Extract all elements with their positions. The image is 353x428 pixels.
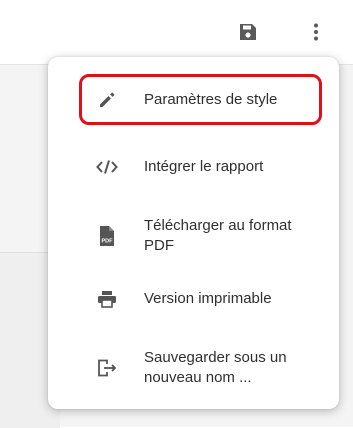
- menu-item-save-as[interactable]: Sauvegarder sous un nouveau nom ...: [48, 339, 339, 397]
- menu-item-label: Intégrer le rapport: [144, 158, 264, 175]
- menu-item-label: Version imprimable: [144, 290, 272, 307]
- save-button[interactable]: [233, 17, 263, 47]
- pencil-icon: [94, 91, 120, 109]
- menu-item-download-pdf[interactable]: PDF Télécharger au format PDF: [48, 207, 339, 265]
- code-brackets-icon: [94, 158, 120, 176]
- file-export-icon: [94, 358, 120, 378]
- svg-text:PDF: PDF: [102, 239, 114, 245]
- printer-icon: [94, 290, 120, 308]
- menu-item-label: Paramètres de style: [144, 91, 278, 108]
- vertical-ellipsis-icon: [314, 23, 318, 41]
- menu-item-label: Sauvegarder sous un nouveau nom ...: [144, 349, 287, 386]
- menu-item-label: Télécharger au format PDF: [144, 217, 292, 254]
- pdf-file-icon: PDF: [94, 225, 120, 247]
- menu-item-embed-report[interactable]: Intégrer le rapport: [48, 141, 339, 193]
- menu-item-style-settings[interactable]: Paramètres de style: [48, 74, 339, 126]
- more-options-button[interactable]: [301, 17, 331, 47]
- menu-item-printable-version[interactable]: Version imprimable: [48, 273, 339, 325]
- options-menu: Paramètres de style Intégrer le rapport …: [48, 57, 339, 409]
- floppy-disk-icon: [240, 24, 256, 40]
